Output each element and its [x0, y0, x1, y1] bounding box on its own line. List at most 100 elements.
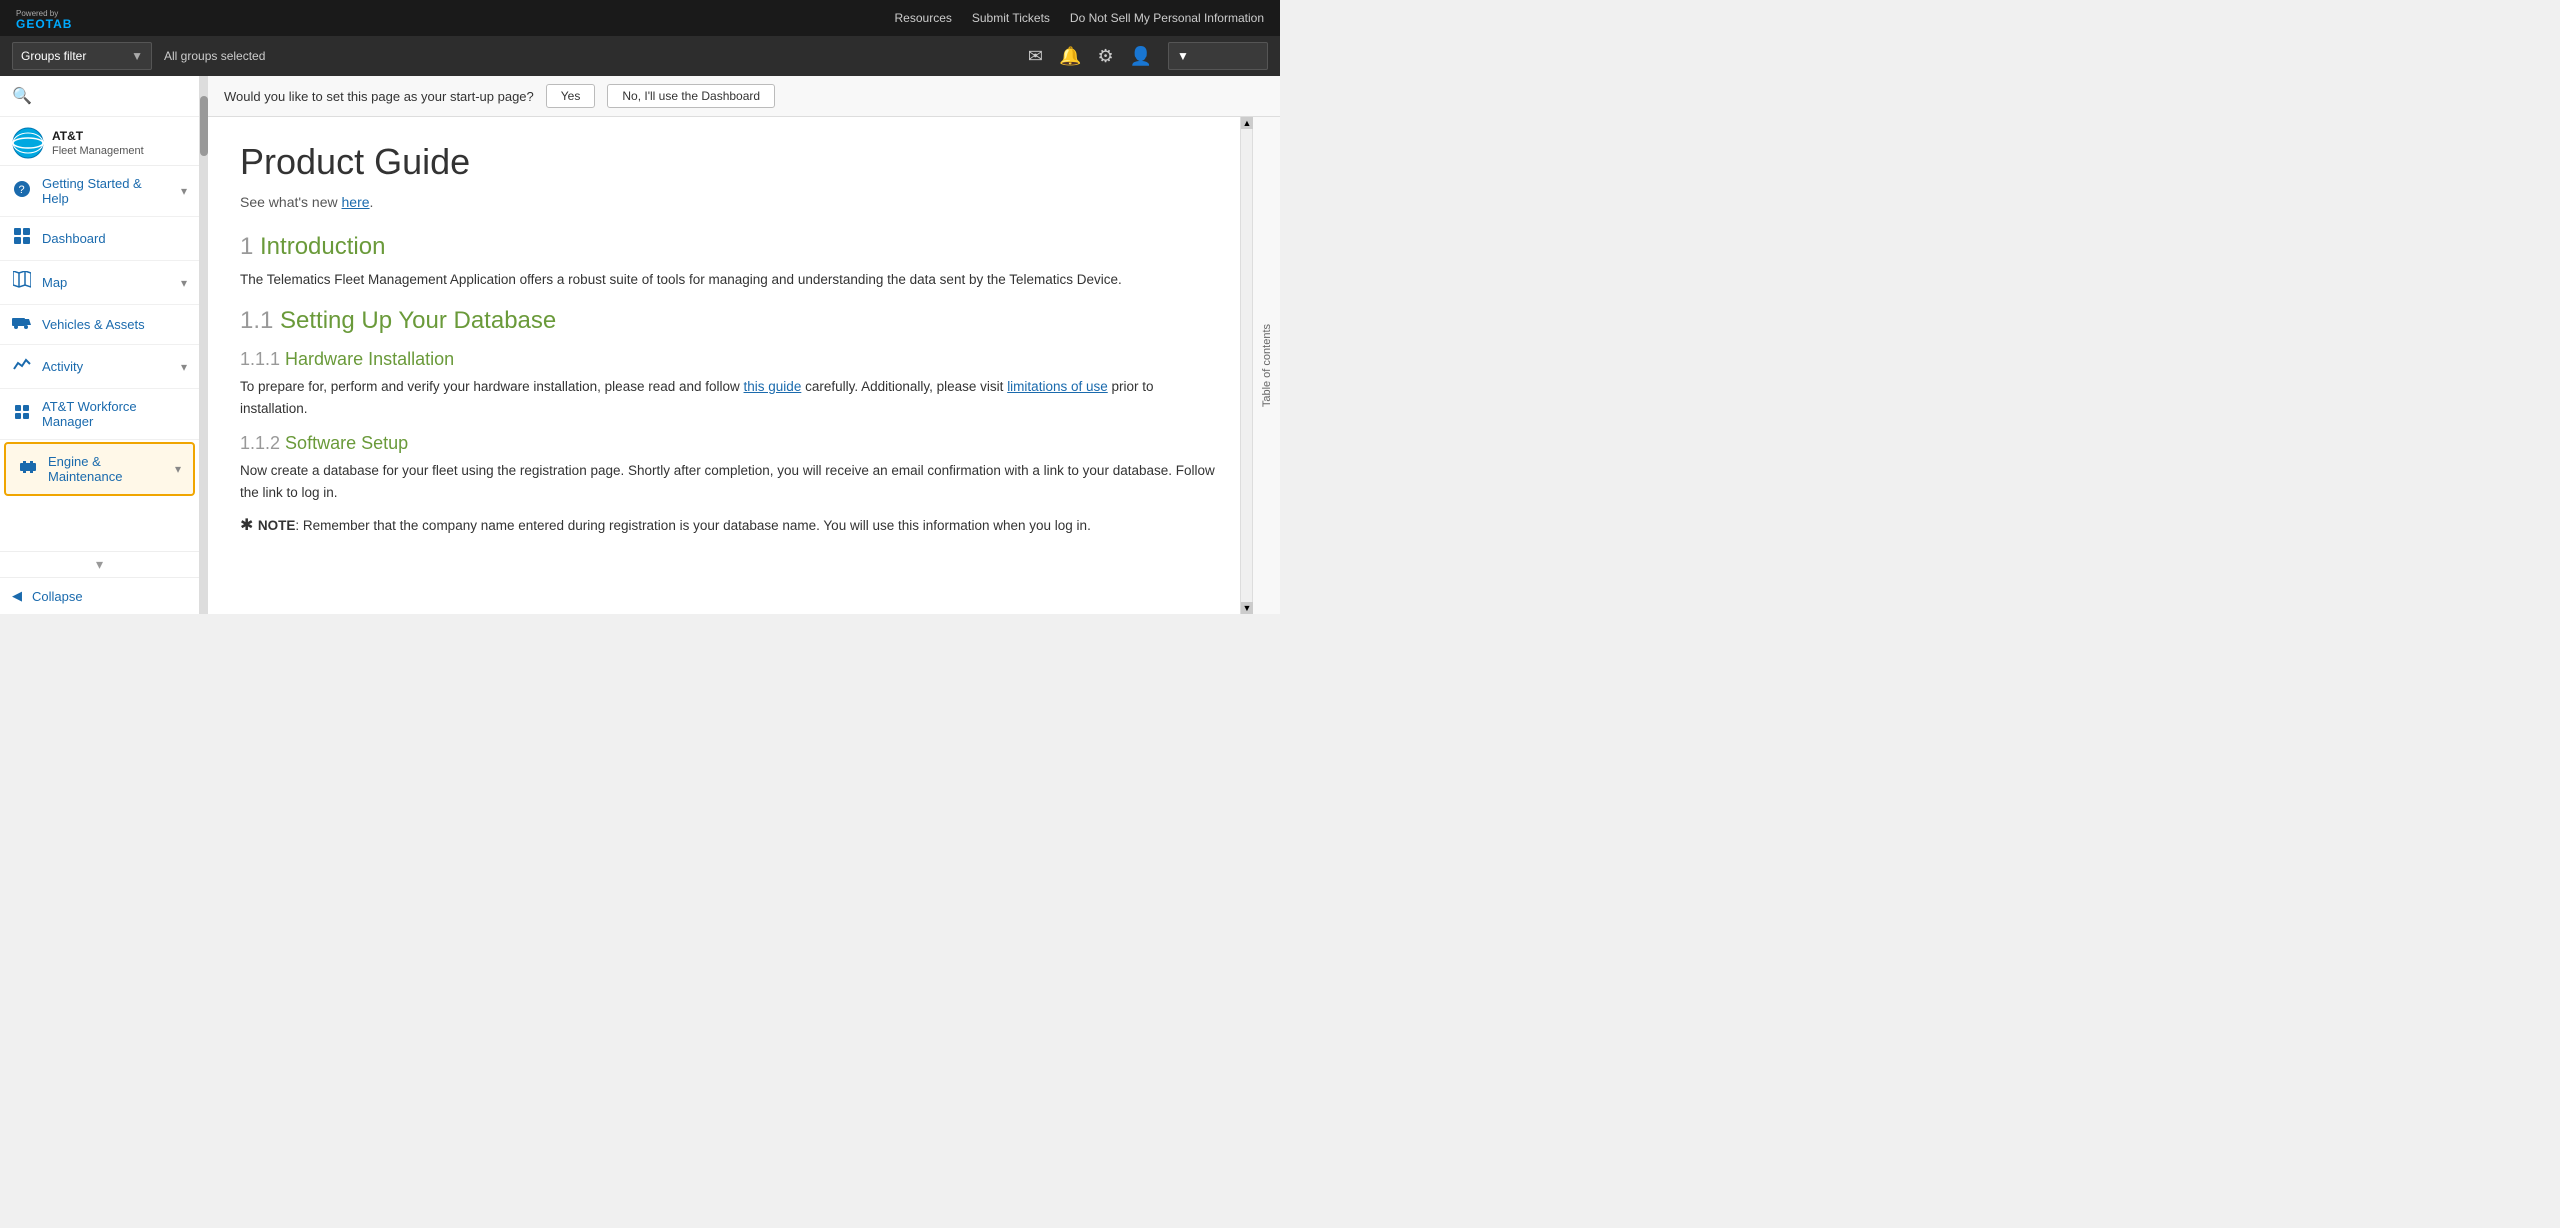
scroll-up-arrow[interactable]: ▲	[1241, 117, 1253, 129]
sidebar-item-label: AT&T Workforce Manager	[42, 399, 187, 429]
subtitle-link[interactable]: here	[342, 194, 370, 210]
limitations-link[interactable]: limitations of use	[1007, 379, 1108, 394]
section-1-1-2-title: 1.1.2 Software Setup	[240, 433, 1220, 454]
puzzle-icon	[12, 403, 32, 426]
note-bold: NOTE	[258, 518, 296, 533]
groupsbar: Groups filter ▼ All groups selected ✉ 🔔 …	[0, 36, 1280, 76]
sidebar-item-engine[interactable]: Engine & Maintenance ▾	[4, 442, 195, 496]
chevron-down-icon: ▾	[181, 184, 187, 198]
section-1-1-2-heading: Software Setup	[285, 433, 408, 453]
brand-sub: Fleet Management	[52, 145, 144, 157]
note-text: : Remember that the company name entered…	[295, 518, 1090, 533]
hardware-body-pre: To prepare for, perform and verify your …	[240, 379, 744, 394]
sidebar-item-getting-started[interactable]: ? Getting Started & Help ▾	[0, 166, 199, 217]
sidebar-scrollbar[interactable]	[200, 76, 208, 614]
sidebar-item-activity[interactable]: Activity ▾	[0, 345, 199, 389]
sidebar-item-label: Activity	[42, 359, 171, 374]
user-dropdown-arrow-icon: ▼	[1177, 49, 1189, 63]
groups-filter-arrow-icon: ▼	[131, 49, 143, 63]
brand-info: AT&T Fleet Management	[52, 129, 144, 157]
sidebar-search-bar[interactable]: 🔍	[0, 76, 199, 117]
groups-filter-label: Groups filter	[21, 49, 86, 63]
section-1-1-title: 1.1 Setting Up Your Database	[240, 307, 1220, 335]
logo: Powered by GEOTAB	[16, 6, 76, 30]
section-1-1-number: 1.1	[240, 307, 280, 334]
startup-no-button[interactable]: No, I'll use the Dashboard	[607, 84, 775, 108]
main-layout: 🔍 AT&T Fleet Management ? Ge	[0, 76, 1280, 614]
sidebar: 🔍 AT&T Fleet Management ? Ge	[0, 76, 200, 614]
startup-question: Would you like to set this page as your …	[224, 89, 534, 104]
submit-tickets-link[interactable]: Submit Tickets	[972, 11, 1050, 25]
activity-icon	[12, 355, 32, 378]
topbar-action-icons: ✉ 🔔 ⚙ 👤 ▼	[1028, 42, 1268, 70]
dashboard-icon	[12, 227, 32, 250]
mail-icon[interactable]: ✉	[1028, 46, 1043, 67]
sidebar-collapse-button[interactable]: ◀ Collapse	[0, 577, 199, 614]
topbar-right-links: Resources Submit Tickets Do Not Sell My …	[895, 11, 1264, 25]
table-of-contents-sidebar: Table of contents	[1252, 117, 1280, 614]
section-1-title: 1 Introduction	[240, 233, 1220, 261]
engine-icon	[18, 458, 38, 481]
section-1-body: The Telematics Fleet Management Applicat…	[240, 269, 1220, 291]
sidebar-scrollbar-thumb[interactable]	[200, 96, 208, 156]
truck-icon	[12, 315, 32, 334]
collapse-label: Collapse	[32, 589, 83, 604]
att-logo-icon	[12, 127, 44, 159]
brand-name: AT&T	[52, 129, 144, 145]
sidebar-item-label: Dashboard	[42, 231, 187, 246]
geotab-logo-icon: Powered by GEOTAB	[16, 6, 76, 30]
section-1-1-heading: Setting Up Your Database	[280, 307, 556, 334]
sidebar-item-label: Engine & Maintenance	[48, 454, 165, 484]
note-star-icon: ✱	[240, 517, 258, 534]
sidebar-nav: ? Getting Started & Help ▾ Dashboard Map…	[0, 166, 199, 551]
section-1-1-2-body: Now create a database for your fleet usi…	[240, 460, 1220, 503]
section-1-number: 1	[240, 233, 260, 260]
content-scrollbar[interactable]: ▲ ▼	[1240, 117, 1252, 614]
product-guide: Product Guide See what's new here. 1 Int…	[240, 141, 1220, 539]
sidebar-item-dashboard[interactable]: Dashboard	[0, 217, 199, 261]
section-1-1-1-heading: Hardware Installation	[285, 349, 454, 369]
sidebar-scroll-down-indicator: ▾	[96, 556, 103, 573]
sidebar-item-label: Vehicles & Assets	[42, 317, 187, 332]
toc-label: Table of contents	[1261, 324, 1273, 407]
svg-text:?: ?	[19, 184, 25, 196]
search-icon[interactable]: 🔍	[12, 88, 32, 105]
user-icon[interactable]: 👤	[1130, 46, 1152, 67]
resources-link[interactable]: Resources	[895, 11, 952, 25]
sidebar-item-vehicles[interactable]: Vehicles & Assets	[0, 305, 199, 345]
do-not-sell-link[interactable]: Do Not Sell My Personal Information	[1070, 11, 1264, 25]
section-1-heading: Introduction	[260, 233, 385, 260]
chevron-down-icon: ▾	[181, 360, 187, 374]
sidebar-item-workforce[interactable]: AT&T Workforce Manager	[0, 389, 199, 440]
user-dropdown[interactable]: ▼	[1168, 42, 1268, 70]
sidebar-item-map[interactable]: Map ▾	[0, 261, 199, 305]
product-guide-title: Product Guide	[240, 141, 1220, 183]
groups-filter-dropdown[interactable]: Groups filter ▼	[12, 42, 152, 70]
topbar: Powered by GEOTAB Resources Submit Ticke…	[0, 0, 1280, 36]
section-1-1-1-title: 1.1.1 Hardware Installation	[240, 349, 1220, 370]
content-scroll-wrapper: ▲ ▼ Product Guide See what's new here. 1…	[208, 117, 1280, 614]
note-paragraph: ✱ NOTE: Remember that the company name e…	[240, 513, 1220, 539]
startup-yes-button[interactable]: Yes	[546, 84, 596, 108]
svg-text:GEOTAB: GEOTAB	[16, 17, 72, 30]
content-area: Would you like to set this page as your …	[208, 76, 1280, 614]
product-guide-content: Product Guide See what's new here. 1 Int…	[208, 117, 1252, 614]
subtitle-text: See what's new	[240, 194, 342, 210]
chevron-down-icon: ▾	[181, 276, 187, 290]
help-icon: ?	[12, 180, 32, 203]
subtitle-end: .	[370, 194, 374, 210]
hardware-body-mid: carefully. Additionally, please visit	[801, 379, 1007, 394]
product-guide-subtitle: See what's new here.	[240, 191, 1220, 213]
bell-icon[interactable]: 🔔	[1059, 46, 1081, 67]
scroll-down-arrow[interactable]: ▼	[1241, 602, 1253, 614]
sidebar-brand: AT&T Fleet Management	[0, 117, 199, 166]
groups-filter-value: All groups selected	[164, 49, 265, 63]
map-icon	[12, 271, 32, 294]
section-1-1-2-number: 1.1.2	[240, 433, 285, 453]
chevron-down-icon: ▾	[175, 462, 181, 476]
gear-icon[interactable]: ⚙	[1097, 46, 1113, 67]
startup-page-bar: Would you like to set this page as your …	[208, 76, 1280, 117]
collapse-icon: ◀	[12, 588, 22, 604]
this-guide-link[interactable]: this guide	[744, 379, 802, 394]
section-1-1-1-body: To prepare for, perform and verify your …	[240, 376, 1220, 419]
